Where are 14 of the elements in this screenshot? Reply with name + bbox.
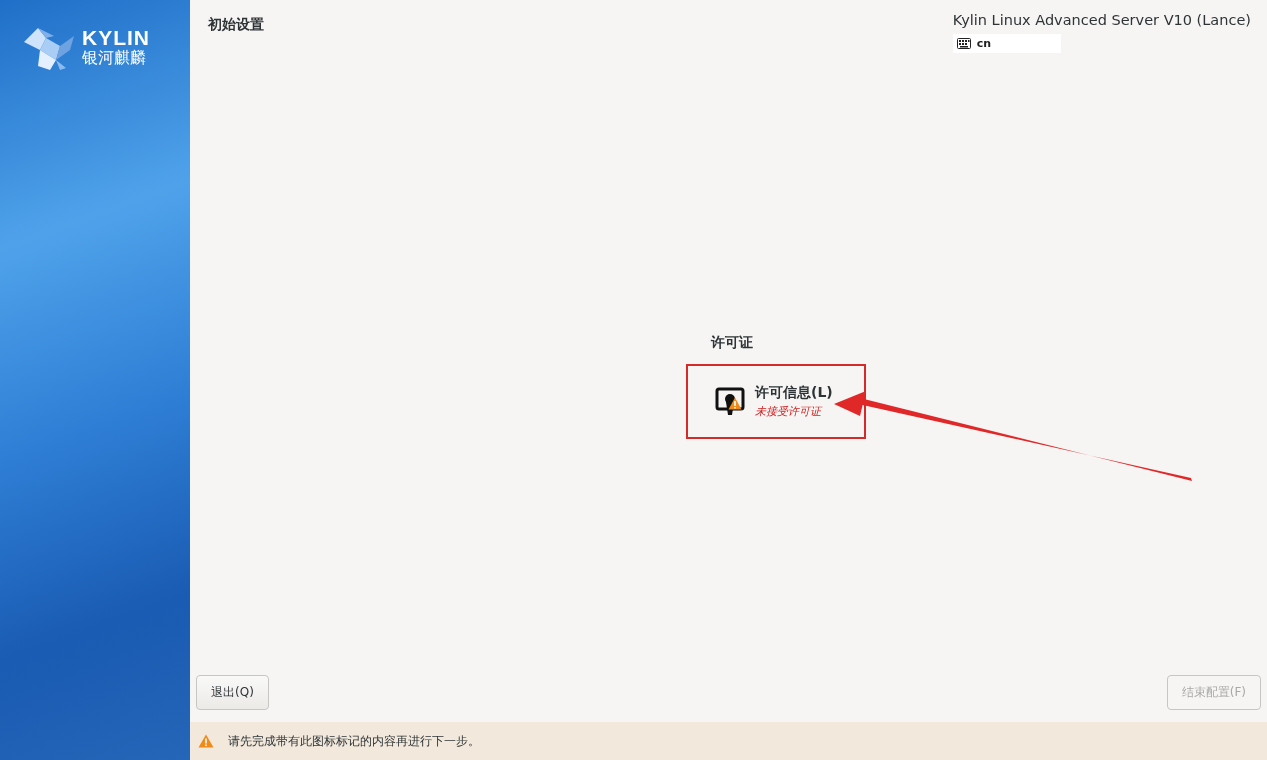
logo-wordmark: KYLIN	[82, 27, 150, 49]
warning-icon	[198, 734, 214, 748]
keyboard-icon	[956, 38, 971, 49]
page-title: 初始设置	[208, 16, 264, 34]
action-button[interactable]: 退出(Q)	[196, 675, 269, 710]
logo-chinese-name: 银河麒麟	[82, 49, 146, 67]
product-name: Kylin Linux Advanced Server V10 (Lance)	[952, 12, 1251, 28]
keyboard-layout-indicator[interactable]: cn	[952, 34, 1061, 53]
highlighted-spoke-box[interactable]: 许可信息(L) 未接受许可证	[686, 364, 866, 439]
spoke-status: 未接受许可证	[755, 404, 823, 419]
license-certificate-icon	[715, 386, 747, 417]
section-heading: 许可证	[711, 334, 753, 352]
spoke-title: 许可信息(L)	[755, 384, 833, 402]
warning-message: 请先完成带有此图标标记的内容再进行下一步。	[228, 732, 480, 750]
